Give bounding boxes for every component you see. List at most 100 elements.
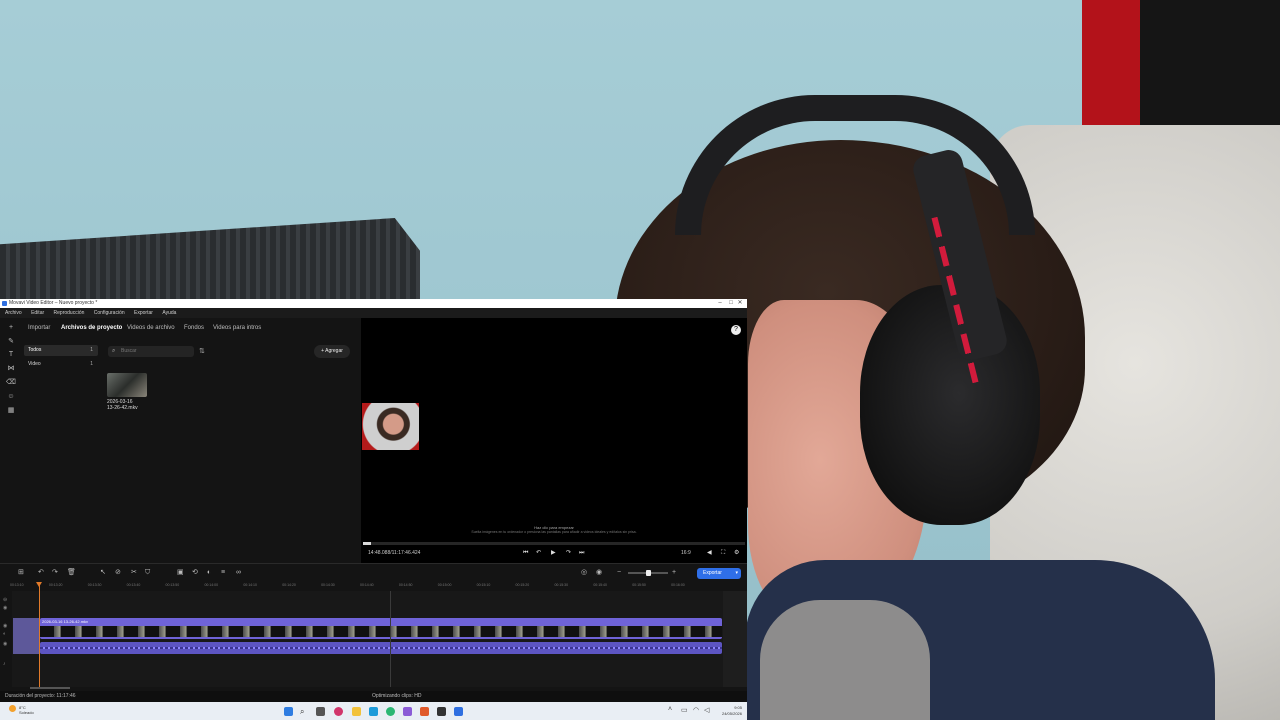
category-todos[interactable]: Todos 1 [24, 345, 98, 356]
magnet-icon[interactable]: ⊘ [115, 565, 121, 581]
redo-icon[interactable]: ↷ [52, 565, 58, 581]
settings-icon[interactable]: ⚙ [734, 546, 739, 560]
forward-icon[interactable]: ↷ [566, 546, 571, 560]
voice-icon[interactable]: ◉ [596, 565, 602, 581]
menu-editar[interactable]: Editar [31, 310, 44, 316]
preview-player[interactable]: ? Haz clic para empezar Suelta imágenes … [361, 318, 747, 563]
transitions-icon[interactable]: ⋈ [6, 364, 16, 374]
marker-icon[interactable]: ⛉ [145, 565, 150, 581]
menu-configuracion[interactable]: Configuración [94, 310, 125, 316]
window-title: Movavi Video Editor – Nuevo proyecto * [9, 300, 98, 306]
sort-icon[interactable]: ⇅ [199, 346, 209, 357]
clip-trimmed-section[interactable] [13, 618, 40, 654]
search-icon[interactable]: ⌕ [300, 707, 309, 716]
tray-app-icon[interactable]: ▭ [681, 706, 688, 714]
zoom-out-icon[interactable]: − [617, 565, 621, 581]
adjust-icon[interactable]: ≡ [221, 565, 225, 581]
media-thumbnail[interactable] [107, 373, 147, 397]
delete-icon[interactable]: 🗑 [67, 565, 76, 581]
close-button[interactable]: ✕ [731, 299, 749, 308]
category-video[interactable]: Video 1 [24, 359, 98, 370]
tab-videos-para-intros[interactable]: Videos para intros [213, 318, 261, 338]
audio-clip[interactable] [40, 642, 722, 654]
menu-bar: Archivo Editar Reproducción Configuració… [0, 308, 747, 318]
preview-progress-fill [363, 542, 371, 545]
app-icon-3[interactable] [420, 707, 429, 716]
skip-back-icon[interactable]: ⏮ [523, 546, 528, 560]
clock-date: 24/05/2026 [721, 711, 742, 716]
brush-icon[interactable]: ✎ [6, 337, 16, 347]
category-label: Todos [28, 347, 42, 353]
search-placeholder: Buscar [121, 348, 137, 354]
tray-chevron-icon[interactable]: ˄ [668, 706, 672, 713]
video-clip[interactable]: 2026-03-16 13-26-42.mkv [40, 618, 722, 639]
project-duration: Duración del proyecto: 11:17:46 [5, 693, 76, 699]
playhead-handle[interactable] [36, 582, 42, 587]
menu-reproduccion[interactable]: Reproducción [54, 310, 85, 316]
volume-icon[interactable]: ◀ [707, 546, 712, 560]
help-icon[interactable]: ? [731, 325, 741, 335]
background-red-object [1082, 0, 1142, 140]
export-button[interactable]: Exportar ▾ [697, 568, 741, 579]
rotate-icon[interactable]: ⟲ [192, 565, 198, 581]
app-icon-2[interactable] [403, 707, 412, 716]
lock-icon[interactable]: ⊖ [3, 597, 7, 603]
system-clock[interactable]: 9:05 24/05/2026 [716, 705, 742, 717]
cut-icon[interactable]: ✂ [131, 565, 137, 581]
color-icon[interactable]: ◐ [207, 565, 211, 581]
tab-fondos[interactable]: Fondos [184, 318, 204, 338]
add-track-icon[interactable]: ⊞ [18, 565, 24, 581]
file-explorer-icon[interactable] [352, 707, 361, 716]
undo-icon[interactable]: ↶ [38, 565, 44, 581]
crop-icon[interactable]: ▣ [177, 565, 184, 581]
aspect-ratio-selector[interactable]: 16:9 [681, 546, 691, 560]
audio-track-icon[interactable]: ◉ [3, 641, 7, 647]
zoom-slider-handle[interactable] [646, 570, 651, 576]
weather-icon[interactable] [9, 705, 16, 712]
video-track-icon[interactable]: ◉ [3, 623, 7, 629]
add-button[interactable]: + Agregar [314, 345, 350, 358]
ruler-tick-label: 00:14:20 [282, 583, 296, 587]
wifi-icon[interactable]: ◠ [693, 706, 699, 714]
timeline-tracks[interactable] [0, 591, 747, 687]
preview-progress-bar[interactable] [363, 542, 745, 545]
visibility-icon[interactable]: ◉ [3, 605, 7, 611]
horizontal-scrollbar[interactable] [30, 687, 70, 689]
more-tools-icon[interactable]: ▦ [6, 406, 16, 416]
search-input[interactable]: ⌕ Buscar [108, 346, 194, 357]
fullscreen-icon[interactable]: ⛶ [721, 546, 725, 560]
music-track-icon[interactable]: ♪ [3, 661, 6, 667]
person-shirt-inner [760, 600, 930, 720]
app-icon-4[interactable] [437, 707, 446, 716]
chevron-down-icon: ▾ [735, 570, 738, 576]
menu-archivo[interactable]: Archivo [5, 310, 22, 316]
start-icon[interactable] [284, 707, 293, 716]
menu-exportar[interactable]: Exportar [134, 310, 153, 316]
text-icon[interactable]: T [6, 350, 16, 360]
tab-videos-de-archivo[interactable]: Videos de archivo [127, 318, 175, 338]
eraser-icon[interactable]: ⌫ [6, 378, 16, 388]
app-icon-1[interactable] [334, 707, 343, 716]
timeline-ruler[interactable]: 00:13:10 00:13:20 00:13:30 00:13:40 00:13:50… [10, 582, 722, 590]
tab-importar[interactable]: Importar [28, 318, 50, 338]
chrome-icon[interactable] [386, 707, 395, 716]
speaker-icon[interactable]: ◁ [704, 706, 709, 714]
weather-widget[interactable]: 8°C Soleado [19, 705, 34, 715]
audio-record-icon[interactable]: ◎ [581, 565, 587, 581]
playhead[interactable] [39, 582, 40, 687]
sticker-icon[interactable]: ☺ [6, 392, 16, 402]
plus-icon[interactable]: + [6, 323, 16, 333]
rewind-icon[interactable]: ↶ [536, 546, 541, 560]
skip-forward-icon[interactable]: ⏭ [579, 546, 584, 560]
select-tool-icon[interactable]: ↖ [100, 565, 106, 581]
mute-icon[interactable]: ◐ [3, 631, 6, 637]
play-icon[interactable]: ▶ [551, 546, 556, 560]
edge-icon[interactable] [369, 707, 378, 716]
task-view-icon[interactable] [316, 707, 325, 716]
vertical-scrollbar[interactable] [723, 591, 747, 687]
menu-ayuda[interactable]: Ayuda [162, 310, 176, 316]
link-icon[interactable]: ∞ [236, 565, 241, 581]
tab-archivos-de-proyecto[interactable]: Archivos de proyecto [61, 318, 122, 338]
zoom-in-icon[interactable]: + [672, 565, 676, 581]
movavi-taskbar-icon[interactable] [454, 707, 463, 716]
